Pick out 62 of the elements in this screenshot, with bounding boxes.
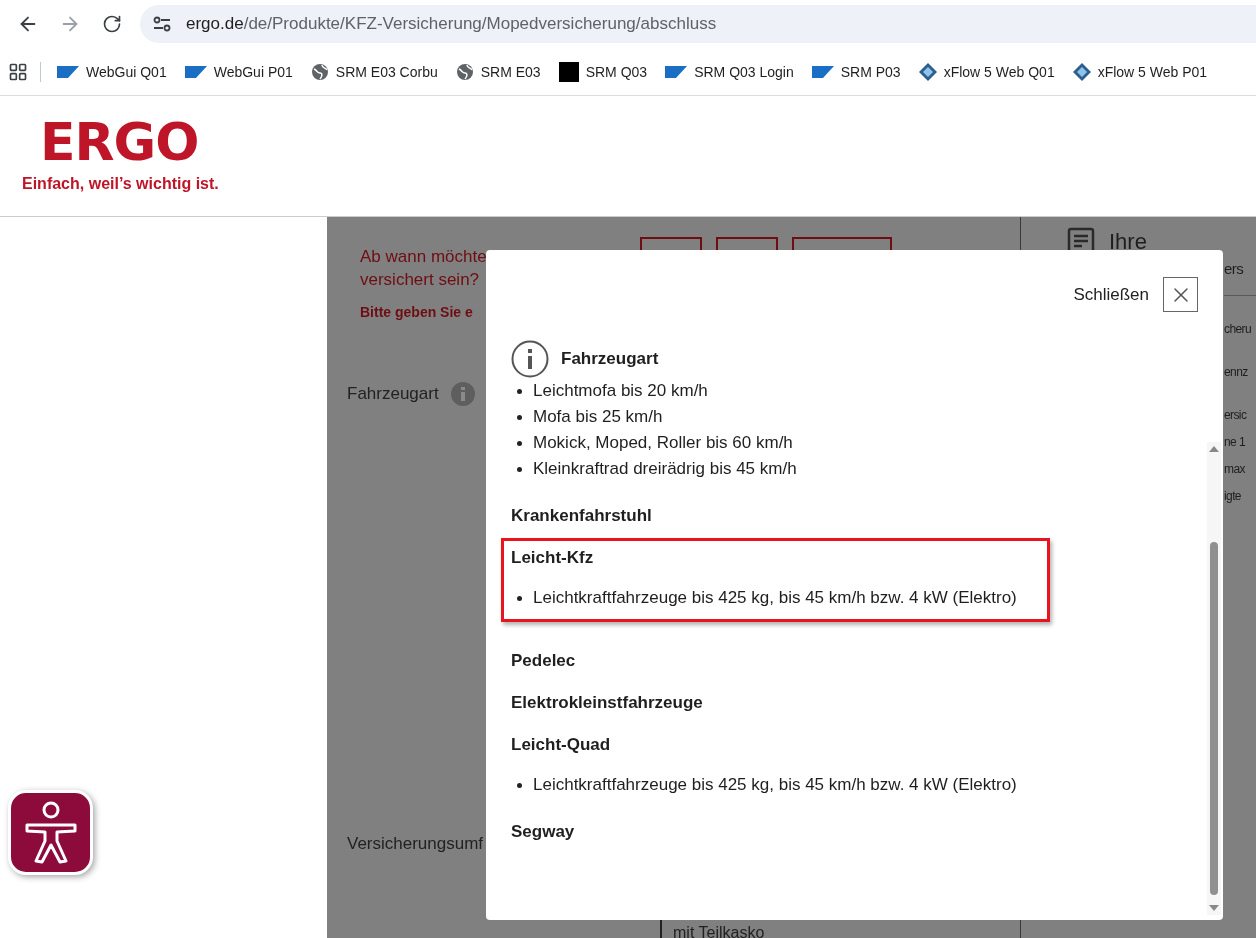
field-label: Versicherungsumf (347, 834, 485, 854)
square-icon (558, 61, 579, 82)
bookmark[interactable]: xFlow 5 Web P01 (1072, 62, 1208, 81)
list-item: Leichtmofa bis 20 km/h (533, 380, 708, 402)
section-title: Pedelec (511, 650, 577, 672)
bookmark[interactable]: SRM P03 (811, 63, 901, 80)
bullet-icon (517, 782, 522, 788)
bookmark[interactable]: xFlow 5 Web Q01 (918, 62, 1055, 81)
list-item: Leichtkraftfahrzeuge bis 425 kg, bis 45 km/h bzw. 4 kW (Elektro) (533, 587, 1017, 609)
bookmark[interactable]: SRM Q03 Login (665, 63, 794, 80)
list-item: Mofa bis 25 km/h (533, 406, 663, 428)
apps-icon[interactable] (8, 61, 28, 82)
bookmark[interactable]: WebGui P01 (184, 63, 293, 80)
accessibility-button[interactable] (8, 790, 93, 875)
summary-text: cheru (1224, 321, 1253, 338)
site-settings-icon[interactable] (152, 15, 172, 33)
info-icon (511, 340, 549, 378)
address-bar[interactable]: ergo.de/de/Produkte/KFZ-Versicherung/Mopedversicherung/abschluss (140, 5, 1256, 43)
bullet-icon (517, 595, 522, 601)
sap-logo-icon (665, 65, 688, 78)
summary-text: ersic (1224, 407, 1248, 424)
list-item: Mokick, Moped, Roller bis 60 km/h (533, 432, 793, 454)
section-title: Fahrzeugart (561, 348, 659, 370)
option-label: mit Teilkasko (673, 924, 765, 938)
globe-icon (455, 62, 474, 81)
summary-title: Ihre (1109, 230, 1147, 254)
section-title: Krankenfahrstuhl (511, 505, 653, 527)
bookmark[interactable]: SRM E03 Corbu (310, 62, 438, 81)
list-item: Leichtkraftfahrzeuge bis 425 kg, bis 45 km/h bzw. 4 kW (Elektro) (533, 774, 1017, 796)
close-label[interactable]: Schließen (1073, 284, 1149, 305)
section-title: Leicht-Quad (511, 734, 612, 756)
bookmark[interactable]: SRM Q03 (558, 61, 648, 82)
sap-logo-icon (184, 65, 207, 78)
bullet-icon (517, 466, 522, 472)
reload-icon (102, 14, 122, 34)
bullet-icon (517, 414, 522, 420)
bookmark[interactable]: SRM E03 (455, 62, 541, 81)
diamond-logo-icon (1072, 62, 1091, 81)
summary-title: ers (1224, 259, 1245, 279)
globe-icon (310, 62, 329, 81)
close-button[interactable] (1163, 277, 1198, 312)
tagline: Einfach, weil’s wichtig ist. (22, 175, 220, 193)
field-label: Fahrzeugart (347, 384, 439, 404)
question-text: Ab wann möchte (360, 246, 488, 268)
diamond-logo-icon (918, 62, 937, 81)
question-text: versichert sein? (360, 269, 481, 291)
bookmark[interactable]: WebGui Q01 (57, 63, 167, 80)
bullet-icon (517, 440, 522, 446)
summary-text: ennz (1224, 364, 1249, 381)
sap-logo-icon (811, 65, 834, 78)
scrollbar[interactable] (1207, 442, 1221, 915)
summary-text: max (1224, 461, 1246, 478)
error-message: Bitte geben Sie e (359, 304, 474, 320)
brand-logo[interactable]: ERGO (40, 114, 1256, 170)
summary-text: ne 1 (1224, 434, 1246, 451)
section-title: Leicht-Kfz (511, 547, 595, 569)
bullet-icon (517, 388, 522, 394)
summary-text: igte (1224, 488, 1242, 505)
section-title: Segway (511, 821, 576, 843)
list-item: Kleinkraftrad dreirädrig bis 45 km/h (533, 458, 797, 480)
section-title: Elektrokleinstfahrzeuge (511, 692, 704, 714)
sap-logo-icon (57, 65, 79, 78)
